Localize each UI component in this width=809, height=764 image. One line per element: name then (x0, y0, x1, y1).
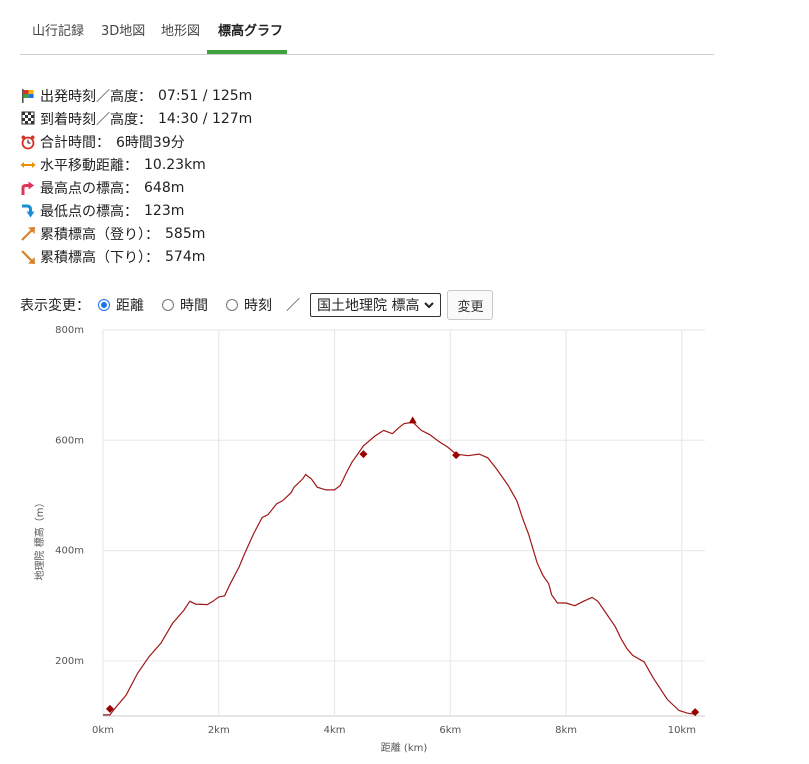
radio-clock-time-label[interactable]: 時刻 (244, 295, 272, 315)
stat-cumulative-ascent-label: 累積標高（登り）： (40, 227, 159, 243)
x-tick-label: 0km (92, 725, 114, 736)
elevation-chart: 0km 2km 4km 6km 8km 10km 200m 400m 600m 800m 距離 (… (33, 325, 705, 754)
x-tick-label: 4km (324, 725, 346, 736)
stat-cumulative-ascent: 累積標高（登り）： 585m (20, 224, 205, 244)
alarm-clock-icon (21, 135, 35, 150)
x-axis-title: 距離 (km) (381, 741, 428, 754)
tab-terrain-map[interactable]: 地形図 (161, 20, 200, 39)
chevron-down-icon (424, 302, 435, 309)
ascent-arrow-icon (21, 227, 35, 241)
x-tick-label: 10km (668, 725, 696, 736)
start-flag-icon (22, 89, 34, 103)
waypoint-marker (691, 708, 700, 717)
summit-marker (408, 416, 417, 424)
y-tick-label: 600m (55, 435, 84, 446)
stat-finish-label: 到着時刻／高度： (40, 112, 152, 128)
stat-lowest-point-value: 123m (144, 203, 185, 219)
elevation-profile-line (103, 421, 696, 716)
stat-cumulative-descent-label: 累積標高（下り）： (40, 250, 159, 266)
stat-highest-point-label: 最高点の標高： (40, 181, 138, 197)
radio-time[interactable] (162, 299, 174, 311)
chart-ticks: 0km 2km 4km 6km 8km 10km 200m 400m 600m 800m (55, 325, 696, 736)
display-change-label: 表示変更： (20, 298, 90, 314)
tab-elevation-graph[interactable]: 標高グラフ (218, 20, 283, 39)
stat-cumulative-ascent-value: 585m (165, 226, 206, 242)
tab-bar: 山行記録 3D地図 地形図 標高グラフ (20, 0, 714, 55)
display-controls: 表示変更： 距離 時間 時刻 ／ 国土地理院 標高 変更 (20, 290, 494, 320)
stat-lowest-point-label: 最低点の標高： (40, 204, 138, 220)
x-tick-label: 8km (555, 725, 577, 736)
elevation-source-value: 国土地理院 標高 (317, 298, 420, 314)
stat-highest-point: 最高点の標高： 648m (20, 178, 184, 198)
y-tick-label: 800m (55, 325, 84, 336)
stat-start-label: 出発時刻／高度： (40, 89, 152, 105)
stat-cumulative-descent-value: 574m (165, 249, 206, 265)
y-tick-label: 200m (55, 656, 84, 667)
change-button[interactable]: 変更 (447, 290, 494, 320)
y-axis-title: 地理院 標高（m） (33, 498, 46, 581)
arrow-up-icon (21, 181, 34, 195)
waypoint-marker (359, 450, 368, 459)
x-tick-label: 6km (439, 725, 461, 736)
tab-mountain-log[interactable]: 山行記録 (32, 20, 84, 39)
stat-horizontal-distance-value: 10.23km (144, 157, 206, 173)
chart-markers (105, 416, 700, 717)
stat-total-time-value: 6時間39分 (116, 135, 185, 151)
radio-distance[interactable] (98, 299, 110, 311)
stat-start: 出発時刻／高度： 07:51 / 125m (20, 86, 252, 106)
x-tick-label: 2km (208, 725, 230, 736)
active-tab-indicator (207, 50, 287, 54)
stat-finish: 到着時刻／高度： 14:30 / 127m (20, 109, 252, 129)
horizontal-arrow-icon (20, 162, 36, 168)
separator: ／ (286, 298, 300, 314)
arrow-down-icon (22, 204, 35, 218)
stat-horizontal-distance: 水平移動距離： 10.23km (20, 155, 206, 175)
descent-arrow-icon (21, 250, 35, 264)
radio-time-label[interactable]: 時間 (180, 295, 208, 315)
stat-finish-value: 14:30 / 127m (158, 111, 253, 127)
chart-grid (102, 329, 705, 717)
stat-horizontal-distance-label: 水平移動距離： (40, 158, 138, 174)
stat-cumulative-descent: 累積標高（下り）： 574m (20, 247, 205, 267)
tab-3d-map[interactable]: 3D地図 (101, 20, 145, 39)
finish-flag-icon (21, 111, 35, 125)
radio-distance-label[interactable]: 距離 (116, 295, 144, 315)
stat-total-time: 合計時間： 6時間39分 (20, 132, 185, 152)
stat-start-value: 07:51 / 125m (158, 88, 253, 104)
stat-highest-point-value: 648m (144, 180, 185, 196)
stat-lowest-point: 最低点の標高： 123m (20, 201, 184, 221)
radio-clock-time[interactable] (226, 299, 238, 311)
y-tick-label: 400m (55, 546, 84, 557)
stat-total-time-label: 合計時間： (40, 135, 110, 151)
elevation-source-select[interactable]: 国土地理院 標高 (310, 293, 442, 317)
